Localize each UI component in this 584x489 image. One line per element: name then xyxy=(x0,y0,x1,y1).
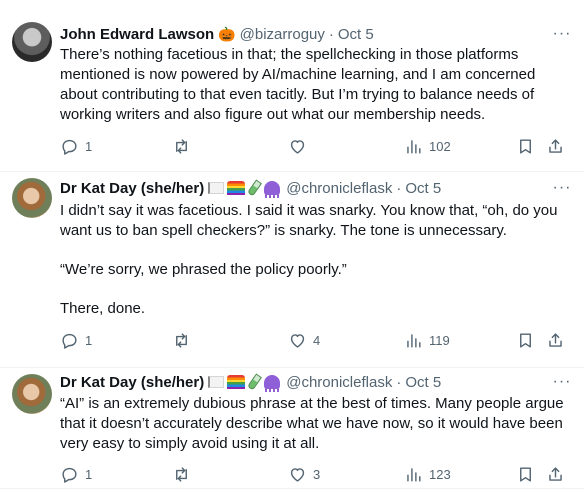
white-flag-icon xyxy=(208,182,225,194)
retweet-icon xyxy=(176,466,187,482)
tweet-paragraph: There, done. xyxy=(60,300,146,317)
separator-dot: · xyxy=(328,25,334,43)
more-options-icon[interactable]: ··· xyxy=(552,178,572,198)
reply-feed: John Edward Lawson 🎃 @bizarroguy · Oct 5… xyxy=(0,0,584,489)
tweet-3[interactable]: Dr Kat Day (she/her) @chronicleflask · O… xyxy=(0,368,584,489)
separator-dot: · xyxy=(396,373,402,391)
like-button[interactable] xyxy=(288,136,313,156)
action-bar: 1 4 119 xyxy=(60,330,572,350)
views-icon xyxy=(407,467,421,482)
reply-count: 1 xyxy=(85,332,93,348)
tweet-paragraph: “AI” is an extremely dubious phrase at t… xyxy=(60,395,564,452)
tweet-text: I didn’t say it was facetious. I said it… xyxy=(60,201,564,319)
bookmark-icon xyxy=(520,138,531,154)
share-icon xyxy=(549,332,562,347)
share-icon xyxy=(549,466,562,481)
bookmark-icon xyxy=(520,466,531,482)
rainbow-flag-icon xyxy=(227,181,246,195)
views-count: 102 xyxy=(429,138,451,154)
octopus-icon xyxy=(264,375,281,392)
views-count: 123 xyxy=(429,466,451,482)
tweet-paragraph: I didn’t say it was facetious. I said it… xyxy=(60,202,558,239)
avatar[interactable] xyxy=(12,374,52,414)
share-icon xyxy=(549,138,562,153)
reply-button[interactable]: 1 xyxy=(60,330,92,350)
tweet-paragraph: “We’re sorry, we phrased the policy poor… xyxy=(60,261,347,278)
author-name[interactable]: Dr Kat Day (she/her) xyxy=(60,180,204,197)
tweet-text: “AI” is an extremely dubious phrase at t… xyxy=(60,394,564,454)
reply-icon xyxy=(62,333,77,349)
retweet-icon xyxy=(176,138,187,154)
tweet-header: John Edward Lawson 🎃 @bizarroguy · Oct 5 xyxy=(60,24,548,44)
tweet-date[interactable]: Oct 5 xyxy=(338,26,374,43)
reply-count: 1 xyxy=(85,466,93,482)
more-options-icon[interactable]: ··· xyxy=(552,372,572,392)
reply-button[interactable]: 1 xyxy=(60,136,92,156)
retweet-button[interactable] xyxy=(172,330,197,350)
like-button[interactable]: 4 xyxy=(288,330,320,350)
share-button[interactable] xyxy=(546,464,565,484)
views-button[interactable]: 123 xyxy=(404,464,451,484)
retweet-icon xyxy=(176,332,187,348)
tweet-paragraph: There’s nothing facetious in that; the s… xyxy=(60,46,536,123)
rainbow-flag-icon xyxy=(227,375,246,389)
author-handle[interactable]: @bizarroguy xyxy=(240,26,325,43)
reply-icon xyxy=(62,139,77,155)
author-handle[interactable]: @chronicleflask xyxy=(286,180,392,197)
share-button[interactable] xyxy=(546,330,565,350)
octopus-icon xyxy=(264,181,281,198)
name-emoji-group xyxy=(208,373,282,392)
retweet-button[interactable] xyxy=(172,464,197,484)
like-count: 4 xyxy=(313,332,321,348)
tweet-header: Dr Kat Day (she/her) @chronicleflask · O… xyxy=(60,178,548,198)
avatar[interactable] xyxy=(12,22,52,62)
author-name[interactable]: Dr Kat Day (she/her) xyxy=(60,374,204,391)
bookmark-button[interactable] xyxy=(516,464,535,484)
bookmark-button[interactable] xyxy=(516,136,535,156)
more-options-icon[interactable]: ··· xyxy=(552,24,572,44)
views-count: 119 xyxy=(429,332,450,348)
reply-icon xyxy=(62,467,77,483)
test-tube-icon xyxy=(247,373,263,391)
author-handle[interactable]: @chronicleflask xyxy=(286,374,392,391)
tweet-header: Dr Kat Day (she/her) @chronicleflask · O… xyxy=(60,372,548,392)
action-bar: 1 102 xyxy=(60,136,572,156)
reply-count: 1 xyxy=(85,138,93,154)
action-bar: 1 3 123 xyxy=(60,464,572,484)
test-tube-icon xyxy=(247,179,263,197)
views-button[interactable]: 119 xyxy=(404,330,450,350)
white-flag-icon xyxy=(208,376,225,388)
heart-icon xyxy=(290,139,305,154)
like-button[interactable]: 3 xyxy=(288,464,320,484)
heart-icon xyxy=(290,467,305,482)
tweet-2[interactable]: Dr Kat Day (she/her) @chronicleflask · O… xyxy=(0,172,584,368)
separator-dot: · xyxy=(396,179,402,197)
pumpkin-emoji-icon: 🎃 xyxy=(218,26,236,42)
views-button[interactable]: 102 xyxy=(404,136,451,156)
name-emoji-group xyxy=(208,179,282,198)
author-name[interactable]: John Edward Lawson xyxy=(60,26,214,43)
heart-icon xyxy=(290,333,305,348)
views-icon xyxy=(407,139,421,154)
share-button[interactable] xyxy=(546,136,565,156)
bookmark-button[interactable] xyxy=(516,330,535,350)
tweet-1[interactable]: John Edward Lawson 🎃 @bizarroguy · Oct 5… xyxy=(0,0,584,172)
tweet-date[interactable]: Oct 5 xyxy=(405,374,441,391)
reply-button[interactable]: 1 xyxy=(60,464,92,484)
bookmark-icon xyxy=(520,332,531,348)
like-count: 3 xyxy=(313,466,321,482)
views-icon xyxy=(407,333,421,348)
avatar[interactable] xyxy=(12,178,52,218)
tweet-date[interactable]: Oct 5 xyxy=(405,180,441,197)
retweet-button[interactable] xyxy=(172,136,197,156)
tweet-text: There’s nothing facetious in that; the s… xyxy=(60,45,564,125)
